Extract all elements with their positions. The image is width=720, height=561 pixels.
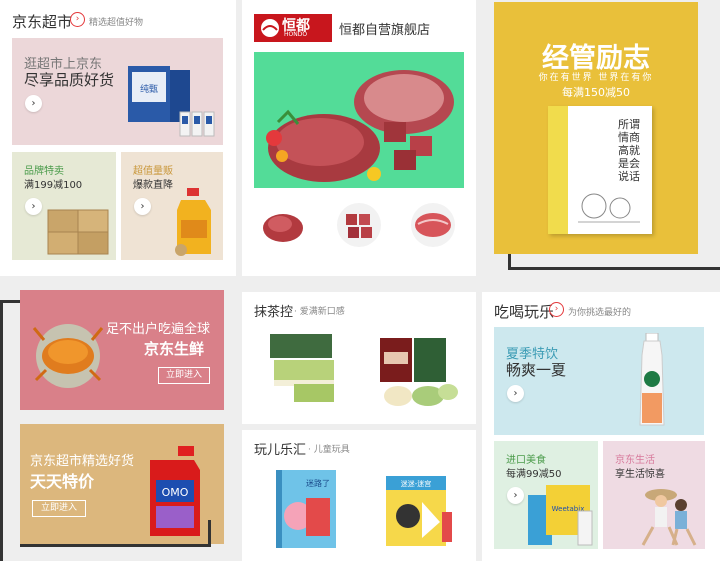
meat-thumb-1[interactable]	[258, 200, 308, 250]
meat-hero-image[interactable]	[254, 52, 464, 188]
panel-title[interactable]: 玩儿乐汇	[254, 439, 306, 458]
milk-box-image: 纯甄	[128, 66, 215, 137]
couple-image	[641, 489, 697, 546]
arrow-right-icon[interactable]: ›	[134, 198, 151, 215]
card-title: 进口美食	[506, 455, 546, 466]
card-desc: 爆款直降	[133, 180, 173, 191]
crab-image	[32, 324, 104, 388]
detergent-image: OMO	[150, 446, 200, 536]
arrow-right-icon[interactable]: ›	[507, 385, 524, 402]
deals-line1: 京东超市精选好货	[30, 454, 135, 469]
frame-line-vertical	[0, 300, 3, 561]
oil-bottle-image	[175, 188, 211, 256]
hengdu-logo[interactable]: 恒都 HONDO	[254, 14, 332, 42]
promo-slogan: 你在有世界 世界在有你	[538, 73, 654, 83]
book-illustration-icon	[578, 193, 640, 223]
deals-enter-button[interactable]: 立即进入	[32, 500, 86, 517]
meat-thumb-3[interactable]	[408, 200, 458, 250]
fresh-banner[interactable]: 足不出户吃遍全球 京东生鲜 立即进入	[20, 290, 224, 410]
milk-label: 纯甄	[140, 83, 158, 95]
panel-subtitle: · 儿童玩具	[308, 445, 350, 455]
matcha-panel: 抹茶控 · 爱满新口感	[242, 292, 476, 424]
panel-subtitle: · 爱满新口感	[294, 307, 345, 317]
eat-play-card-life[interactable]: 京东生活 享生活惊喜	[603, 441, 705, 549]
panel-title[interactable]: 吃喝玩乐	[494, 301, 554, 322]
matcha-cake-image[interactable]	[264, 330, 344, 406]
card-title: 超值量贩	[133, 166, 173, 177]
card-title: 品牌特卖	[24, 166, 64, 177]
kids-box-label: 迷迷-迷宫	[401, 479, 432, 488]
imported-food-image: Weetabix	[528, 485, 593, 546]
chevron-right-icon[interactable]: ›	[549, 302, 564, 317]
card-desc: 满199减100	[24, 180, 83, 191]
kids-book-label: 迷路了	[306, 478, 330, 488]
frame-line-right	[208, 520, 211, 547]
fresh-enter-button[interactable]: 立即进入	[158, 367, 210, 384]
matcha-snack-image[interactable]	[374, 330, 464, 410]
card-title: 京东生活	[615, 455, 655, 466]
card-desc: 享生活惊喜	[615, 469, 665, 480]
meat-thumb-2[interactable]	[334, 200, 384, 250]
hero-desc: 尽享品质好货	[24, 71, 115, 89]
logo-mark-icon	[261, 19, 279, 37]
drink-bottle-image	[639, 333, 665, 426]
promo-deal: 每满150减50	[562, 86, 630, 99]
eat-play-panel: 吃喝玩乐 › 为你挑选最好的 夏季特饮 畅爽一夏 › 进口美食 每满99减50 …	[482, 292, 720, 561]
supermarket-card-brand[interactable]: 品牌特卖 满199减100 ›	[12, 152, 116, 260]
daily-deals-banner[interactable]: 京东超市精选好货 天天特价 立即进入 OMO	[20, 424, 224, 544]
chevron-right-icon[interactable]: ›	[70, 12, 85, 27]
arrow-right-icon[interactable]: ›	[25, 198, 42, 215]
frame-line-top	[0, 300, 20, 303]
kids-puzzle-image[interactable]: 迷迷-迷宫	[382, 472, 454, 550]
hero-desc: 畅爽一夏	[506, 361, 567, 379]
frame-line-bottom	[20, 544, 210, 547]
eat-play-hero-card[interactable]: 夏季特饮 畅爽一夏 ›	[494, 327, 704, 435]
panel-subtitle: 精选超值好物	[89, 18, 144, 28]
arrow-right-icon[interactable]: ›	[507, 487, 524, 504]
book-promo-panel[interactable]: 经管励志 你在有世界 世界在有你 每满150减50 所谓情商高就是会说话	[494, 2, 698, 254]
book-cover: 所谓情商高就是会说话	[548, 106, 652, 234]
store-name[interactable]: 恒都自营旗舰店	[339, 19, 430, 38]
kids-panel: 玩儿乐汇 · 儿童玩具 迷路了 迷迷-迷宫	[242, 430, 476, 561]
panel-subtitle: 为你挑选最好的	[568, 308, 632, 318]
panel-title[interactable]: 京东超市	[12, 11, 72, 32]
logo-sub: HONDO	[284, 31, 308, 38]
card-desc: 每满99减50	[506, 469, 562, 480]
supermarket-card-bulk[interactable]: 超值量贩 爆款直降 ›	[121, 152, 223, 260]
eat-play-card-import[interactable]: 进口美食 每满99减50 › Weetabix	[494, 441, 598, 549]
detergent-label: OMO	[162, 486, 189, 499]
supermarket-hero-card[interactable]: 逛超市上京东 尽享品质好货 › 纯甄	[12, 38, 223, 145]
meat-platter-icon	[266, 70, 454, 182]
fresh-slogan: 足不出户吃遍全球	[106, 322, 211, 337]
boxes-image	[47, 209, 109, 255]
supermarket-panel: 京东超市 › 精选超值好物 逛超市上京东 尽享品质好货 › 纯甄 品牌特卖 满1…	[0, 0, 236, 276]
fresh-title: 京东生鲜	[144, 340, 205, 358]
arrow-right-icon[interactable]: ›	[25, 95, 42, 112]
hengdu-panel: 恒都 HONDO 恒都自营旗舰店	[242, 0, 476, 276]
book-title: 所谓情商高就是会说话	[618, 118, 640, 183]
book-spine	[548, 106, 568, 234]
panel-title[interactable]: 抹茶控	[254, 301, 293, 320]
kids-book-image[interactable]: 迷路了	[272, 468, 340, 550]
deals-line2: 天天特价	[30, 472, 95, 491]
